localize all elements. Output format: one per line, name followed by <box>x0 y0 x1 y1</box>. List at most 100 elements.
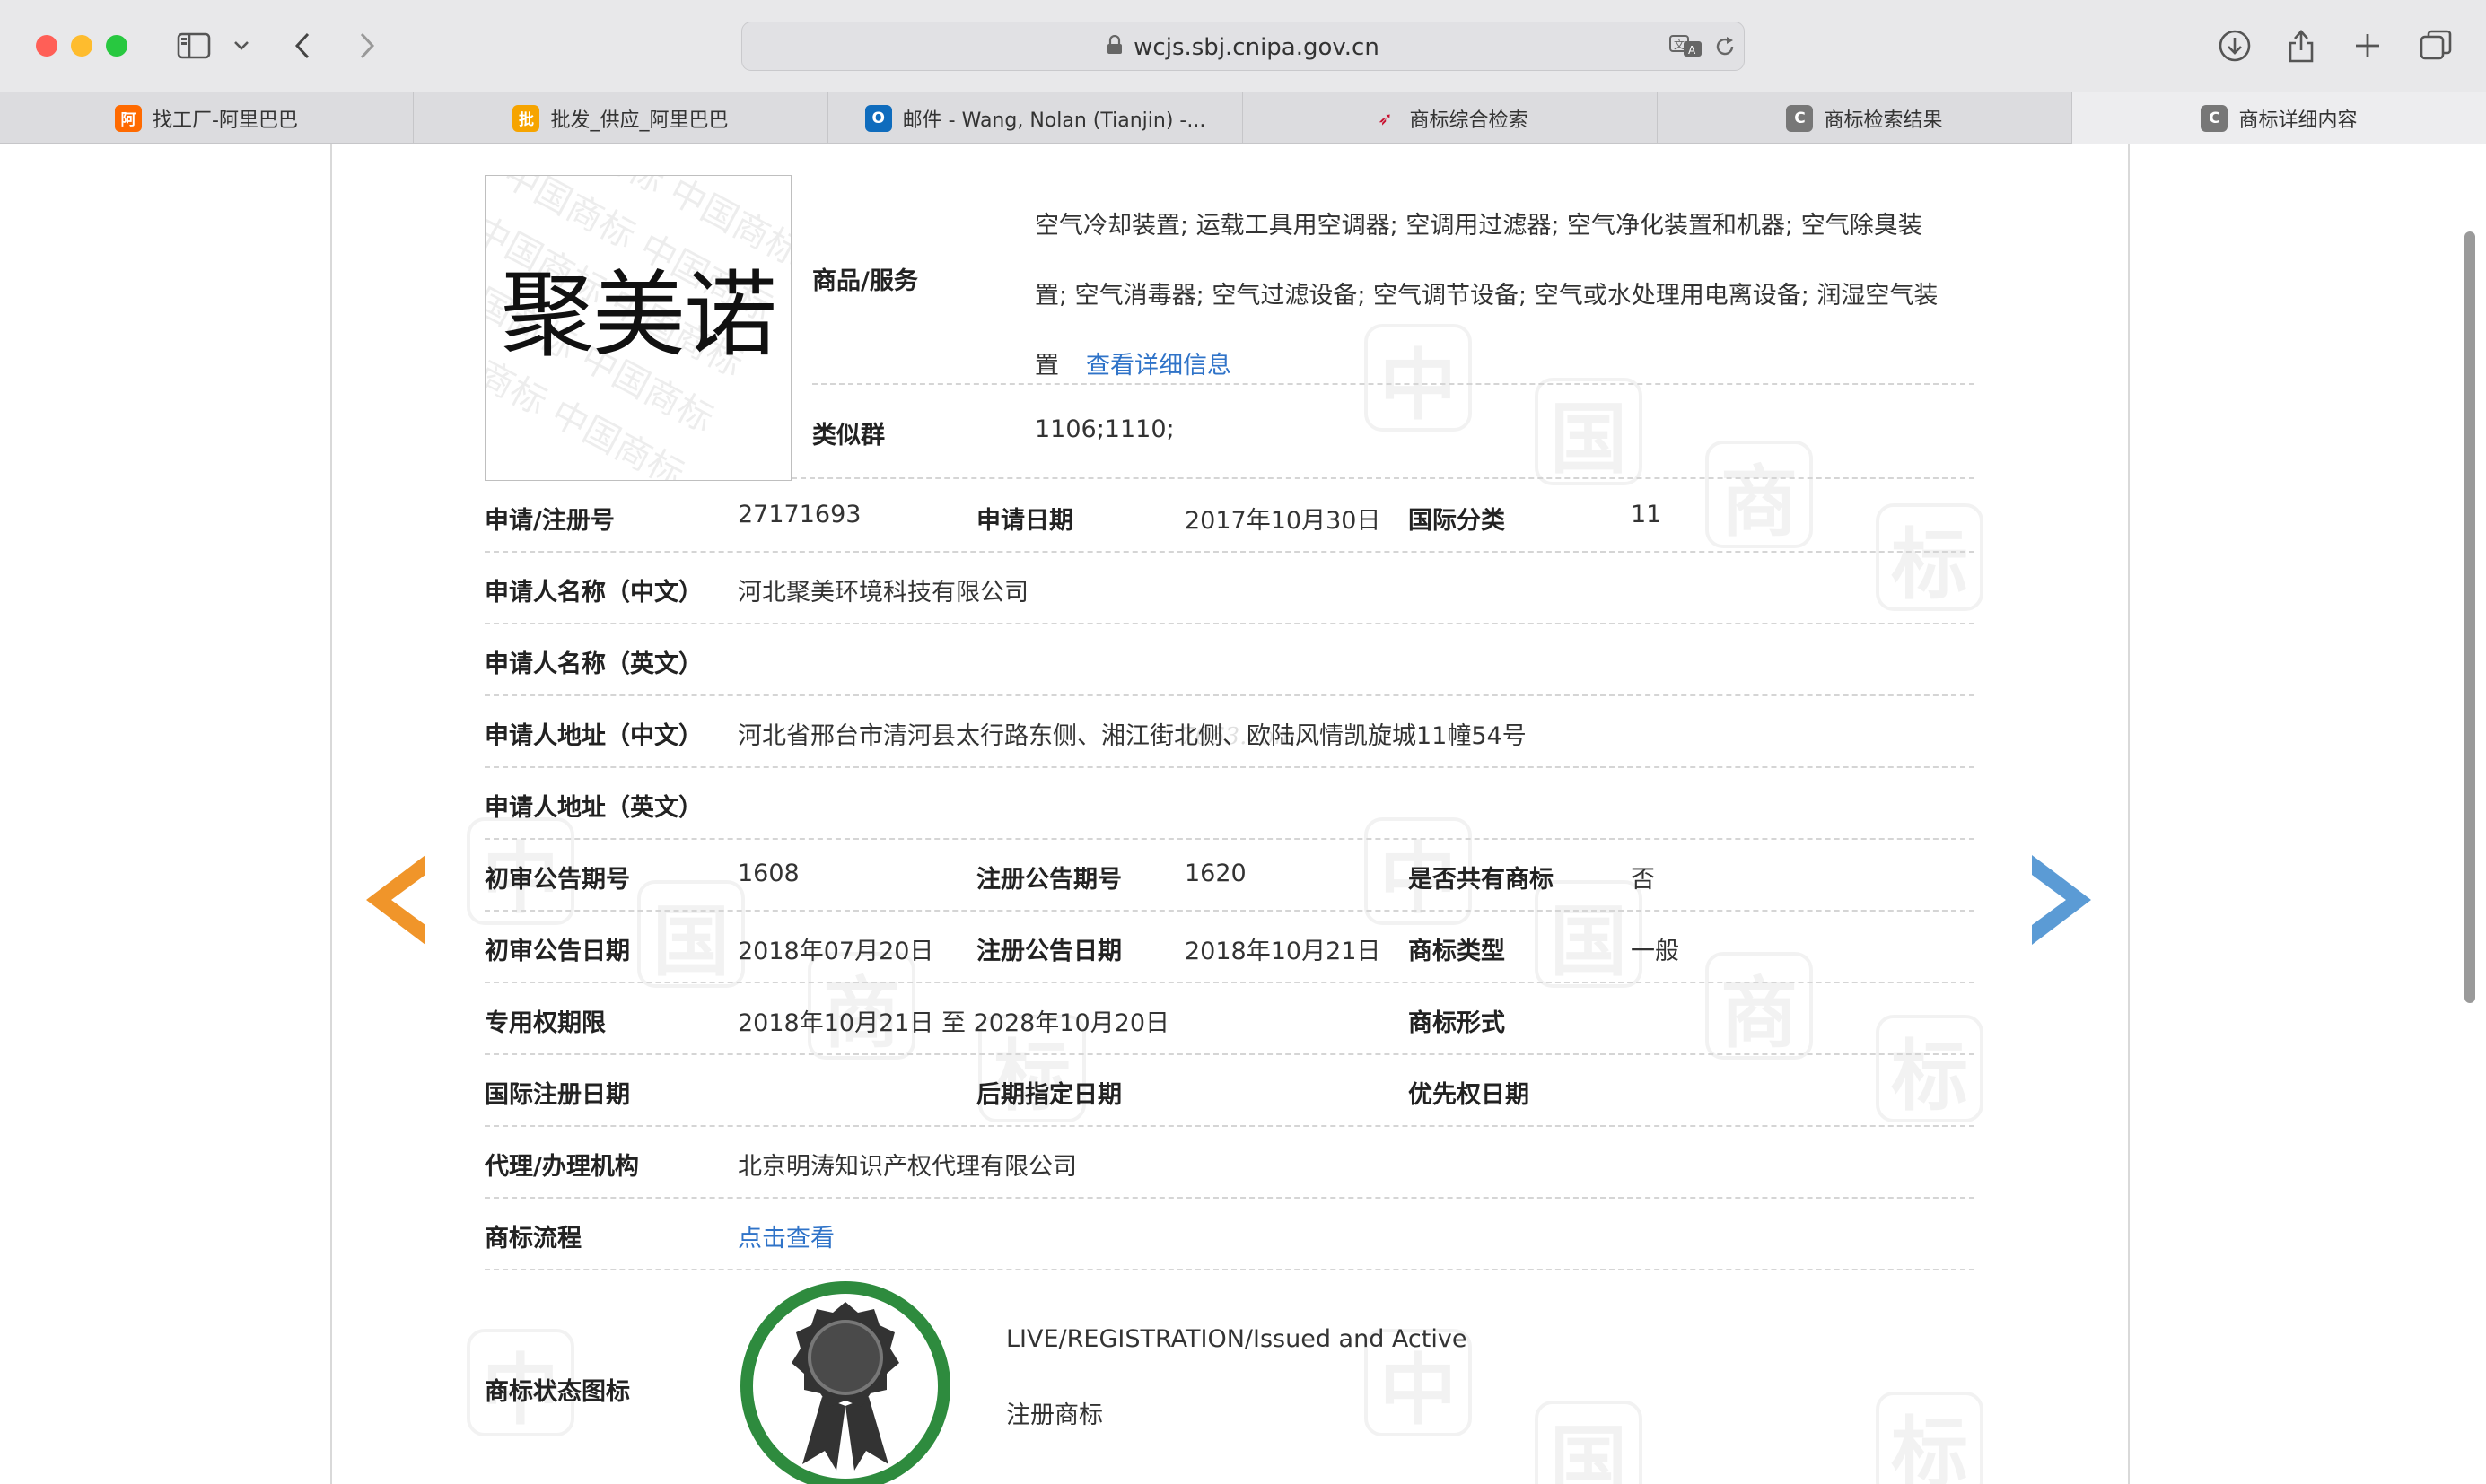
divider <box>485 766 1974 768</box>
address-bar[interactable]: wcjs.sbj.cnipa.gov.cn 文A <box>741 22 1745 71</box>
new-tab-icon[interactable] <box>2350 25 2385 66</box>
divider <box>485 1269 1974 1270</box>
lock-icon <box>1107 34 1123 59</box>
page-scrollbar[interactable] <box>2464 231 2475 1003</box>
app-date-label: 申请日期 <box>976 507 1073 535</box>
watermark-glyph: 商 <box>1705 952 1813 1060</box>
trademark-image: 中国商标 中国商标 中国商标 中国商标 中国商标 中国商标 中国商标 中国商标 中国商标… <box>485 175 792 481</box>
watermark-glyph: 标 <box>1876 1015 1983 1122</box>
prelim-no-value: 1608 <box>738 860 800 887</box>
status-en-value: LIVE/REGISTRATION/Issued and Active <box>1006 1325 1467 1353</box>
forward-icon[interactable] <box>352 25 382 66</box>
divider <box>485 838 1974 840</box>
c-letter-icon: C <box>2201 104 2228 132</box>
c-letter-icon: C <box>1786 104 1814 132</box>
applicant-cn-label: 申请人名称（中文） <box>485 579 703 607</box>
reg-pub-date-value: 2018年10月21日 <box>1185 938 1381 965</box>
browser-toolbar: wcjs.sbj.cnipa.gov.cn 文A <box>0 0 2486 92</box>
reg-pub-date-label: 注册公告日期 <box>976 938 1122 965</box>
tab-trademark-search[interactable]: ➶ 商标综合检索 <box>1243 92 1658 144</box>
later-date-label: 后期指定日期 <box>976 1081 1122 1109</box>
watermark-glyph: 国 <box>1535 880 1642 988</box>
chevron-down-icon[interactable] <box>230 25 253 66</box>
sidebar-toggle-icon[interactable] <box>173 25 214 66</box>
shared-value: 否 <box>1631 866 1655 894</box>
translate-icon[interactable]: 文A <box>1668 33 1704 64</box>
divider <box>792 477 1974 479</box>
tab-alibaba-factory[interactable]: 阿 找工厂-阿里巴巴 <box>0 92 414 144</box>
address-cn-label: 申请人地址（中文） <box>485 722 703 750</box>
tm-form-label: 商标形式 <box>1408 1009 1505 1037</box>
shared-label: 是否共有商标 <box>1408 866 1554 894</box>
applicant-en-label: 申请人名称（英文） <box>485 650 703 678</box>
back-icon[interactable] <box>287 25 318 66</box>
agent-value: 北京明涛知识产权代理有限公司 <box>738 1153 1077 1181</box>
goods-line: 置 <box>1035 352 1059 380</box>
reg-pub-no-value: 1620 <box>1185 860 1247 887</box>
similar-group-label: 类似群 <box>812 422 885 450</box>
address-cn-value: 河北省邢台市清河县太行路东侧、湘江街北侧、欧陆风情凯旋城11幢54号 <box>738 722 1527 750</box>
minimize-window-button[interactable] <box>71 35 92 57</box>
agent-label: 代理/办理机构 <box>485 1153 639 1181</box>
divider <box>485 694 1974 696</box>
status-label: 商标状态图标 <box>485 1378 630 1406</box>
page-content: 中 国 商 标 中 国 商 标 中 国 商 标 中 中 国 标 中国商标 中国商… <box>0 144 2486 1484</box>
status-cn-value: 注册商标 <box>1006 1401 1103 1429</box>
share-icon[interactable] <box>2283 25 2319 66</box>
tab-label: 商标综合检索 <box>1409 109 1528 132</box>
prelim-date-label: 初审公告日期 <box>485 938 630 965</box>
tab-label: 找工厂-阿里巴巴 <box>153 109 298 132</box>
reg-no-value: 27171693 <box>738 501 862 528</box>
url-text: wcjs.sbj.cnipa.gov.cn <box>1134 33 1379 61</box>
tab-label: 商标检索结果 <box>1824 109 1943 132</box>
app-date-value: 2017年10月30日 <box>1185 507 1381 535</box>
watermark-glyph: 国 <box>1535 1401 1642 1484</box>
svg-text:文: 文 <box>1674 38 1685 51</box>
prelim-no-label: 初审公告期号 <box>485 866 630 894</box>
tab-alibaba-wholesale[interactable]: 批 批发_供应_阿里巴巴 <box>414 92 828 144</box>
tab-overview-icon[interactable] <box>2416 25 2455 66</box>
tab-outlook-mail[interactable]: O 邮件 - Wang, Nolan (Tianjin) -... <box>828 92 1243 144</box>
watermark-glyph: 商 <box>1705 441 1813 548</box>
watermark-glyph: 国 <box>637 880 745 988</box>
divider <box>485 551 1974 553</box>
intl-class-value: 11 <box>1631 501 1662 528</box>
tab-search-results[interactable]: C 商标检索结果 <box>1658 92 2072 144</box>
site-watermark: 7663.com <box>1180 723 1297 750</box>
divider <box>485 982 1974 983</box>
priority-date-label: 优先权日期 <box>1408 1081 1529 1109</box>
reg-no-label: 申请/注册号 <box>485 507 615 535</box>
alibaba-wholesale-icon: 批 <box>512 104 540 132</box>
downloads-icon[interactable] <box>2215 25 2254 66</box>
intl-reg-date-label: 国际注册日期 <box>485 1081 630 1109</box>
reg-pub-no-label: 注册公告期号 <box>976 866 1122 894</box>
flow-label: 商标流程 <box>485 1225 582 1253</box>
watermark-glyph: 标 <box>1876 503 1983 611</box>
address-en-label: 申请人地址（英文） <box>485 794 703 822</box>
trademark-name: 聚美诺 <box>500 260 777 370</box>
svg-text:A: A <box>1688 44 1696 57</box>
term-label: 专用权期限 <box>485 1009 606 1037</box>
term-value: 2018年10月21日 至 2028年10月20日 <box>738 1009 1170 1037</box>
goods-label: 商品/服务 <box>812 267 918 295</box>
goods-detail-link[interactable]: 查看详细信息 <box>1086 352 1231 380</box>
status-seal-icon <box>740 1280 951 1484</box>
prev-record-arrow-icon[interactable] <box>364 853 427 950</box>
applicant-cn-value: 河北聚美环境科技有限公司 <box>738 579 1029 607</box>
maximize-window-button[interactable] <box>106 35 127 57</box>
flow-link[interactable]: 点击查看 <box>738 1218 835 1253</box>
divider <box>485 623 1974 624</box>
tab-trademark-detail[interactable]: C 商标详细内容 <box>2072 92 2486 144</box>
divider <box>485 910 1974 912</box>
goods-value: 空气冷却装置; 运载工具用空调器; 空调用过滤器; 空气净化装置和机器; 空气除… <box>1035 191 1938 401</box>
next-record-arrow-icon[interactable] <box>2030 853 2093 950</box>
reload-icon[interactable] <box>1713 35 1737 62</box>
alibaba-icon: 阿 <box>115 104 143 132</box>
tab-label: 邮件 - Wang, Nolan (Tianjin) -... <box>902 109 1206 132</box>
outlook-icon: O <box>864 104 892 132</box>
prelim-date-value: 2018年07月20日 <box>738 938 934 965</box>
tab-bar: 阿 找工厂-阿里巴巴 批 批发_供应_阿里巴巴 O 邮件 - Wang, Nol… <box>0 92 2486 144</box>
close-window-button[interactable] <box>36 35 57 57</box>
tm-type-label: 商标类型 <box>1408 938 1505 965</box>
goods-line: 置; 空气消毒器; 空气过滤设备; 空气调节设备; 空气或水处理用电离设备; 润… <box>1035 282 1939 310</box>
